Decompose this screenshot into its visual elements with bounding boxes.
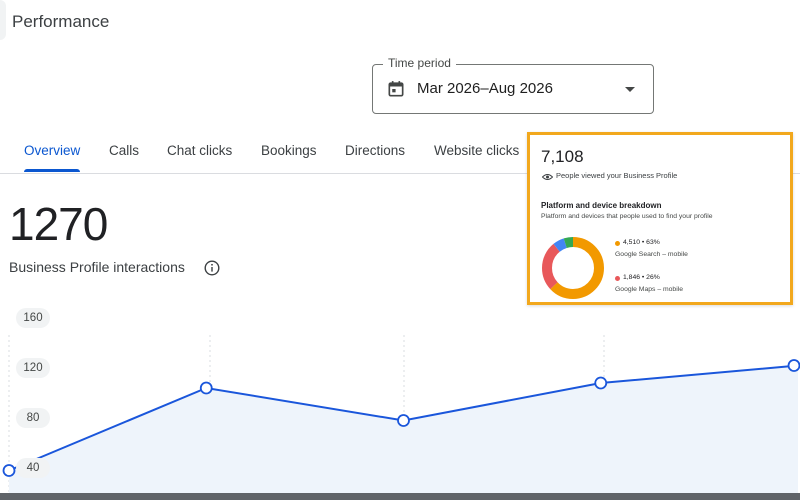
tab-directions[interactable]: Directions	[345, 143, 405, 158]
data-point	[787, 359, 800, 372]
legend-name-search: Google Search – mobile	[615, 251, 688, 258]
profile-views-subtitle: People viewed your Business Profile	[556, 171, 678, 180]
series-area	[9, 365, 798, 493]
y-tick-label: 40	[16, 458, 50, 478]
profile-views-total: 7,108	[541, 147, 584, 166]
y-tick-label: 80	[16, 408, 50, 428]
platform-donut-chart	[542, 237, 604, 299]
data-point	[397, 414, 410, 427]
interactions-chart: 160 120 80 40	[0, 300, 800, 493]
legend-name-maps: Google Maps – mobile	[615, 286, 684, 293]
y-tick-label: 120	[16, 358, 50, 378]
time-period-value: Mar 2026–Aug 2026	[417, 80, 553, 97]
time-period-label: Time period	[383, 56, 456, 70]
legend-swatch-search	[615, 241, 620, 246]
y-tick-label: 160	[16, 308, 50, 328]
eye-icon	[542, 174, 553, 180]
data-point	[199, 381, 213, 395]
line-chart	[2, 335, 800, 493]
dropdown-arrow-icon	[625, 87, 635, 92]
info-icon[interactable]	[204, 260, 220, 276]
active-tab-indicator	[24, 169, 80, 172]
bottom-scroll-bar	[0, 493, 800, 500]
breakdown-description: Platform and devices that people used to…	[541, 213, 713, 220]
data-point	[2, 464, 16, 477]
data-point	[594, 376, 608, 390]
legend-value-search: 4,510 • 63%	[623, 239, 660, 246]
interactions-label: Business Profile interactions	[9, 259, 185, 275]
profile-views-card: 7,108 People viewed your Business Profil…	[527, 132, 793, 305]
page-title: Performance	[12, 12, 110, 31]
interactions-total: 1270	[9, 198, 108, 250]
tab-chat-clicks[interactable]: Chat clicks	[167, 143, 232, 158]
legend-swatch-maps	[615, 276, 620, 281]
tab-bookings[interactable]: Bookings	[261, 143, 317, 158]
tab-calls[interactable]: Calls	[109, 143, 139, 158]
tab-overview[interactable]: Overview	[24, 143, 80, 158]
breakdown-heading: Platform and device breakdown	[541, 201, 662, 210]
tab-website-clicks[interactable]: Website clicks	[434, 143, 519, 158]
legend-value-maps: 1,846 • 26%	[623, 274, 660, 281]
back-tab-edge	[0, 0, 6, 40]
calendar-icon	[388, 81, 404, 97]
time-period-select[interactable]: Time period Mar 2026–Aug 2026	[372, 56, 654, 114]
